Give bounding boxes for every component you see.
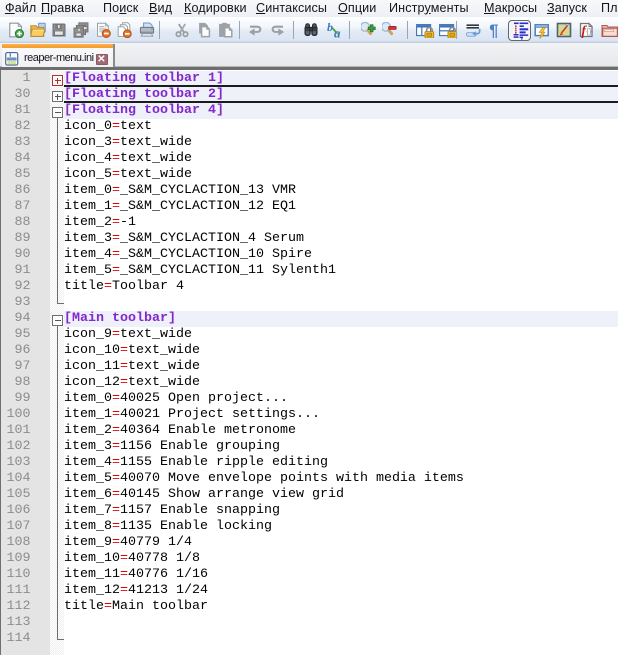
svg-text:{}: {} (586, 27, 592, 36)
svg-text:¶: ¶ (489, 22, 498, 38)
